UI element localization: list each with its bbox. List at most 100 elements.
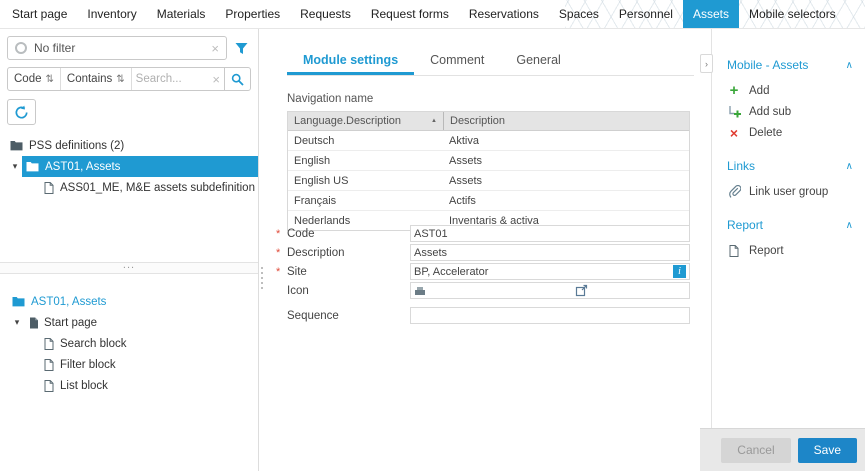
filter-selector[interactable]: No filter × xyxy=(7,36,227,60)
action-panel: Mobile - Assets ∧ + Add Add sub × Delete… xyxy=(711,29,865,428)
tab-comment[interactable]: Comment xyxy=(414,46,500,75)
caret-down-icon[interactable]: ▾ xyxy=(8,161,22,172)
collapse-panel-button[interactable]: › xyxy=(700,54,713,73)
nav-requests[interactable]: Requests xyxy=(290,0,361,28)
nav-properties[interactable]: Properties xyxy=(215,0,290,28)
tree-node-label: Filter block xyxy=(60,358,116,371)
tree-node-label: PSS definitions (2) xyxy=(29,139,125,152)
nav-spaces[interactable]: Spaces xyxy=(549,0,609,28)
column-header-language[interactable]: Language.Description ▲ xyxy=(288,112,444,130)
required-marker: * xyxy=(276,266,281,278)
panel-splitter[interactable]: ... xyxy=(0,260,258,274)
section-links: Links ∧ Link user group xyxy=(727,156,853,202)
spinner-arrows-icon: ⇅ xyxy=(116,73,125,85)
clear-search-icon[interactable]: × xyxy=(208,72,224,87)
action-link-user-group[interactable]: Link user group xyxy=(727,181,853,202)
nav-request-forms[interactable]: Request forms xyxy=(361,0,459,28)
chevron-up-icon[interactable]: ∧ xyxy=(846,60,853,71)
field-label: Icon xyxy=(287,285,309,297)
search-operator-value: Contains xyxy=(66,73,113,85)
document-icon xyxy=(44,379,54,392)
tree-node-list-block[interactable]: List block xyxy=(0,375,258,396)
action-add-sub[interactable]: Add sub xyxy=(727,101,853,122)
description-field[interactable] xyxy=(414,246,686,259)
nav-inventory[interactable]: Inventory xyxy=(77,0,146,28)
resize-grip-icon[interactable] xyxy=(261,267,263,289)
tree-node-label: Search block xyxy=(60,337,127,350)
nav-reservations[interactable]: Reservations xyxy=(459,0,549,28)
folder-icon xyxy=(10,140,23,151)
action-label: Add sub xyxy=(749,105,792,118)
action-add[interactable]: + Add xyxy=(727,80,853,101)
field-icon: Icon xyxy=(287,282,690,301)
sequence-field[interactable] xyxy=(414,309,686,322)
required-marker: * xyxy=(276,247,281,259)
tree-node-label: AST01, Assets xyxy=(31,295,107,308)
section-title: Report xyxy=(727,218,764,232)
filter-value: No filter xyxy=(34,41,76,55)
filter-funnel-icon[interactable] xyxy=(231,42,251,55)
action-label: Add xyxy=(749,84,770,97)
search-field-selector[interactable]: Code ⇅ xyxy=(8,68,61,90)
tree-node-start-page[interactable]: ▾ Start page xyxy=(0,312,258,333)
table-row[interactable]: Français Actifs xyxy=(288,191,689,211)
language-description-table: Language.Description ▲ Description Deuts… xyxy=(287,111,690,231)
table-row[interactable]: Deutsch Aktiva xyxy=(288,131,689,151)
action-delete[interactable]: × Delete xyxy=(727,122,853,143)
chevron-up-icon[interactable]: ∧ xyxy=(846,161,853,172)
refresh-icon xyxy=(14,105,29,120)
tree-node-filter-block[interactable]: Filter block xyxy=(0,354,258,375)
page-icon xyxy=(29,317,39,329)
nav-personnel[interactable]: Personnel xyxy=(609,0,683,28)
code-field[interactable] xyxy=(414,227,686,240)
tree-node-label: AST01, Assets xyxy=(45,160,121,173)
top-navigation: Start page Inventory Materials Propertie… xyxy=(0,0,865,29)
icon-picker-button[interactable] xyxy=(573,282,589,298)
table-row[interactable]: English US Assets xyxy=(288,171,689,191)
add-sub-icon xyxy=(727,105,741,118)
tab-module-settings[interactable]: Module settings xyxy=(287,46,414,75)
tree-node-ass01-me[interactable]: ASS01_ME, M&E assets subdefinition xyxy=(0,177,258,198)
planon-app-window: Start page Inventory Materials Propertie… xyxy=(0,0,865,471)
section-title: Mobile - Assets xyxy=(727,58,809,72)
cell-language: Français xyxy=(294,194,337,207)
cell-description: Aktiva xyxy=(449,134,479,147)
field-label: Code xyxy=(287,228,315,240)
action-report[interactable]: Report xyxy=(727,240,853,261)
search-input[interactable] xyxy=(131,73,209,85)
refresh-button[interactable] xyxy=(7,99,36,125)
field-sequence: Sequence xyxy=(287,307,690,326)
cancel-button[interactable]: Cancel xyxy=(721,437,791,463)
cell-language: English US xyxy=(294,174,349,187)
info-icon[interactable]: i xyxy=(673,265,686,278)
tree-node-label: Start page xyxy=(44,316,98,329)
nav-mobile-selectors[interactable]: Mobile selectors xyxy=(739,0,846,28)
paperclip-icon xyxy=(727,185,741,198)
tree-node-pss-definitions[interactable]: PSS definitions (2) xyxy=(0,135,258,156)
tree-node-search-block[interactable]: Search block xyxy=(0,333,258,354)
cell-description: Assets xyxy=(449,154,483,167)
caret-down-icon[interactable]: ▾ xyxy=(10,317,24,328)
cell-language: Deutsch xyxy=(294,134,335,147)
sidebar: No filter × Code ⇅ Contains ⇅ × xyxy=(0,29,259,471)
nav-assets[interactable]: Assets xyxy=(682,0,739,28)
column-header-description[interactable]: Description xyxy=(444,112,689,130)
tab-general[interactable]: General xyxy=(500,46,576,75)
document-icon xyxy=(44,358,54,371)
chevron-up-icon[interactable]: ∧ xyxy=(846,220,853,231)
nav-materials[interactable]: Materials xyxy=(147,0,216,28)
tree-node-ast01-selected[interactable]: ▾ AST01, Assets xyxy=(0,156,258,177)
save-button[interactable]: Save xyxy=(797,437,857,463)
filter-state-icon xyxy=(15,42,27,54)
action-label: Link user group xyxy=(749,185,829,198)
tree-node-ast01-layout[interactable]: AST01, Assets xyxy=(0,291,258,312)
asset-icon-preview xyxy=(414,286,426,296)
search-operator-selector[interactable]: Contains ⇅ xyxy=(61,68,132,90)
clear-filter-icon[interactable]: × xyxy=(211,42,219,55)
table-row[interactable]: English Assets xyxy=(288,151,689,171)
site-field[interactable] xyxy=(414,265,669,278)
nav-start-page[interactable]: Start page xyxy=(2,0,77,28)
field-label: Sequence xyxy=(287,310,339,322)
document-icon xyxy=(44,337,54,350)
search-icon[interactable] xyxy=(224,68,250,90)
